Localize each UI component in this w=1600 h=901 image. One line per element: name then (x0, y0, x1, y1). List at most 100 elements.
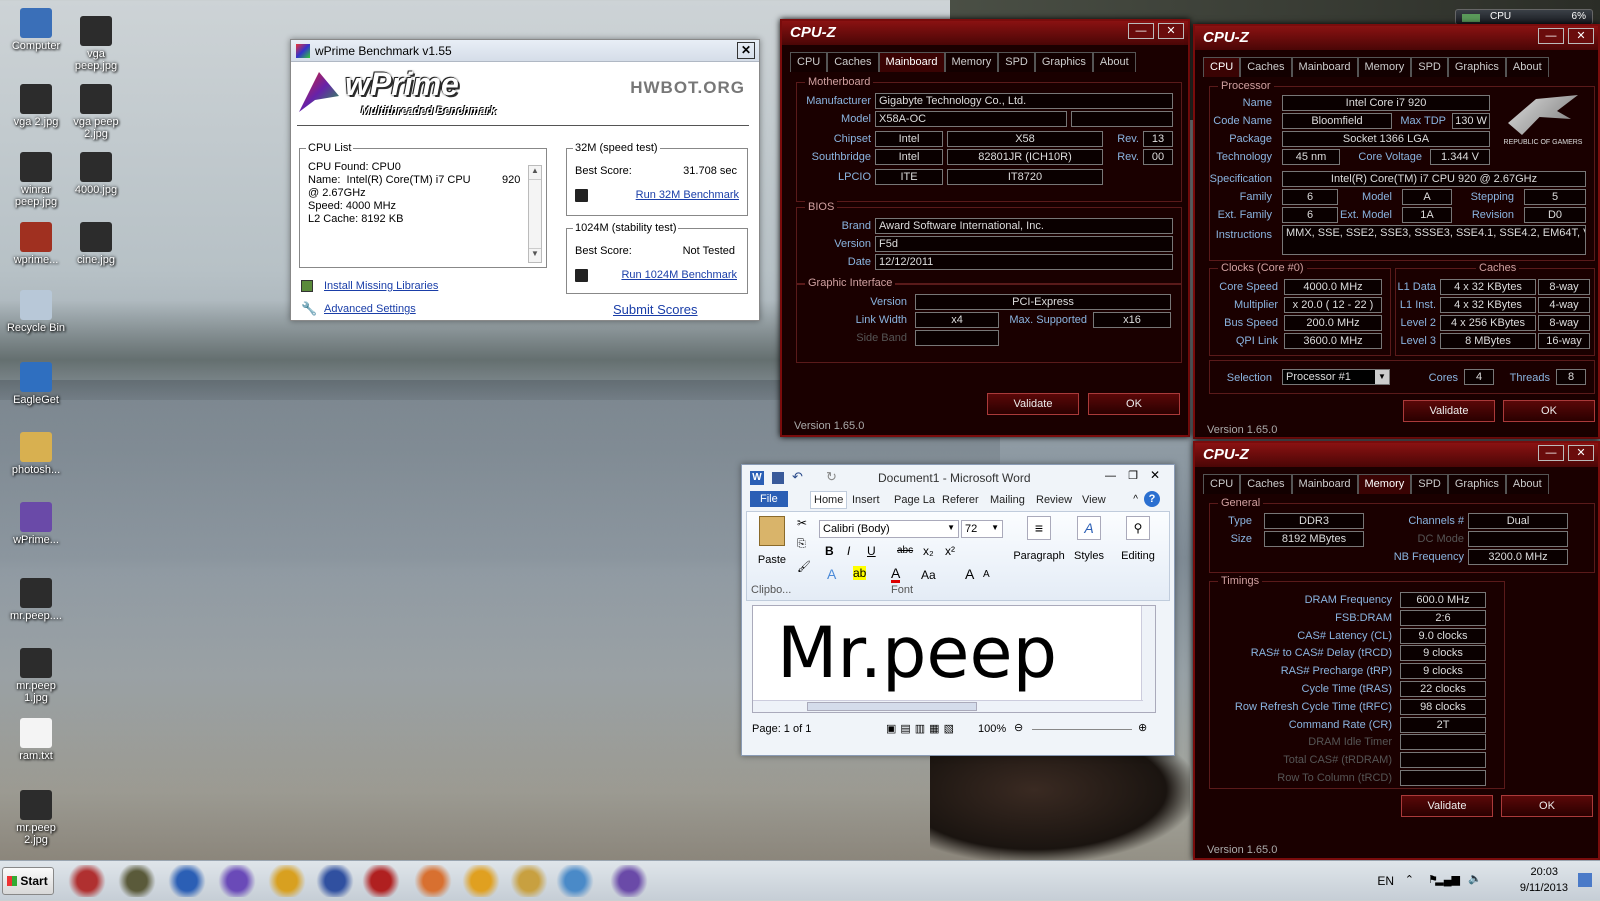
close-icon[interactable]: ✕ (1568, 445, 1594, 461)
close-icon[interactable]: ✕ (1568, 28, 1594, 44)
zoom-level[interactable]: 100% (978, 723, 1006, 735)
desktop-icon[interactable]: EagleGet (5, 362, 67, 406)
italic-icon[interactable]: I (847, 544, 850, 558)
subscript-icon[interactable]: x₂ (923, 544, 934, 558)
desktop-icon[interactable]: ram.txt (5, 718, 67, 762)
font-color-icon[interactable]: A (891, 566, 901, 583)
tab-review[interactable]: Review (1036, 494, 1072, 506)
desktop-icon[interactable]: mr.peep 1.jpg (5, 648, 67, 704)
change-case-icon[interactable]: Aa (921, 568, 936, 582)
language-indicator[interactable]: EN (1377, 874, 1394, 888)
styles-button[interactable]: A Styles (1067, 516, 1111, 562)
tab-spd[interactable]: SPD (998, 52, 1035, 72)
font-size-select[interactable]: 72 ▼ (961, 520, 1003, 538)
run-32m-button[interactable]: Run 32M Benchmark (636, 189, 739, 201)
wprime-titlebar[interactable]: wPrime Benchmark v1.55 (291, 40, 759, 62)
tab-mainboard[interactable]: Mainboard (1291, 474, 1358, 494)
tab-caches[interactable]: Caches (1240, 474, 1292, 494)
page-count[interactable]: Page: 1 of 1 (752, 723, 811, 735)
clock-date[interactable]: 9/11/2013 (1520, 882, 1568, 894)
vertical-scrollbar[interactable] (1141, 606, 1155, 712)
desktop-icon[interactable]: Recycle Bin (5, 290, 67, 334)
app-icon[interactable] (462, 865, 500, 897)
cpu-list-scrollbar[interactable]: ▲ ▼ (528, 165, 542, 263)
tab-spd[interactable]: SPD (1411, 474, 1448, 494)
clock-time[interactable]: 20:03 (1530, 866, 1558, 878)
validate-button[interactable]: Validate (987, 393, 1079, 415)
chevron-down-icon[interactable]: ▼ (947, 523, 955, 532)
app-icon[interactable] (68, 865, 106, 897)
chevron-down-icon[interactable]: ▼ (1375, 370, 1389, 384)
close-icon[interactable]: ✕ (1158, 23, 1184, 39)
save-icon[interactable] (772, 472, 784, 484)
scroll-thumb[interactable] (807, 702, 977, 711)
cpuz-icon[interactable] (362, 865, 400, 897)
desktop-icon[interactable]: mr.peep.... (5, 578, 67, 622)
volume-icon[interactable]: 🔈 (1468, 872, 1482, 885)
paragraph-button[interactable]: ≡ Paragraph (1013, 516, 1065, 562)
ok-button[interactable]: OK (1503, 400, 1595, 422)
document-text[interactable]: Mr.peep (777, 608, 1057, 698)
minimize-icon[interactable]: — (1538, 445, 1564, 461)
close-icon[interactable]: ✕ (1150, 468, 1160, 482)
validate-button[interactable]: Validate (1401, 795, 1493, 817)
tab-about[interactable]: About (1505, 57, 1549, 77)
tab-cpu[interactable]: CPU (790, 52, 828, 72)
superscript-icon[interactable]: x² (945, 544, 955, 558)
chrome-icon[interactable] (268, 865, 306, 897)
desktop-icon[interactable]: photosh... (5, 432, 67, 476)
desktop-icon[interactable]: vga 2.jpg (5, 84, 67, 128)
cut-icon[interactable]: ✂ (797, 516, 807, 530)
bold-icon[interactable]: B (825, 544, 834, 558)
start-button[interactable]: Start (2, 867, 54, 895)
copy-icon[interactable]: ⎘ (797, 538, 806, 551)
desktop-icon[interactable]: vga peep.jpg (65, 16, 127, 72)
tab-graphics[interactable]: Graphics (1447, 474, 1506, 494)
explorer-icon[interactable] (510, 865, 548, 897)
desktop-icon[interactable]: 4000.jpg (65, 152, 127, 196)
globe-icon[interactable] (316, 865, 354, 897)
tab-memory[interactable]: Memory (1357, 57, 1412, 77)
tab-memory[interactable]: Memory (1357, 474, 1412, 494)
processor-select[interactable]: Processor #1 ▼ (1282, 369, 1390, 385)
network-icon[interactable]: ▂▄▆ (1435, 873, 1460, 886)
image-viewer-icon[interactable] (556, 865, 594, 897)
desktop-icon[interactable]: mr.peep 2.jpg (5, 790, 67, 846)
minimize-icon[interactable]: — (1128, 23, 1154, 39)
undo-icon[interactable]: ↶ (792, 469, 803, 485)
tab-mainboard[interactable]: Mainboard (1291, 57, 1358, 77)
editing-button[interactable]: ⚲ Editing (1113, 516, 1163, 562)
zoom-slider[interactable] (1032, 729, 1132, 730)
tab-graphics[interactable]: Graphics (1034, 52, 1093, 72)
tab-caches[interactable]: Caches (827, 52, 879, 72)
minimize-icon[interactable]: — (1105, 470, 1116, 482)
tab-spd[interactable]: SPD (1411, 57, 1448, 77)
font-name-select[interactable]: Calibri (Body) ▼ (819, 520, 959, 538)
tab-home[interactable]: Home (810, 491, 848, 509)
tab-memory[interactable]: Memory (944, 52, 999, 72)
word-icon[interactable]: W (750, 471, 764, 485)
word-icon[interactable] (168, 865, 206, 897)
tab-cpu[interactable]: CPU (1203, 57, 1241, 77)
tab-mailing[interactable]: Mailing (990, 494, 1025, 506)
zoom-out-icon[interactable]: ⊖ (1014, 721, 1023, 734)
desktop-icon[interactable]: Computer (5, 8, 67, 52)
desktop-icon[interactable]: vga peep 2.jpg (65, 84, 127, 140)
desktop-icon[interactable]: wprime... (5, 222, 67, 266)
redo-icon[interactable]: ↻ (826, 469, 837, 485)
text-effects-icon[interactable]: A (827, 566, 836, 582)
horizontal-scrollbar[interactable] (753, 700, 1143, 712)
minimize-icon[interactable]: — (1538, 28, 1564, 44)
tab-graphics[interactable]: Graphics (1447, 57, 1506, 77)
show-desktop-icon[interactable] (1578, 873, 1592, 887)
scroll-down-icon[interactable]: ▼ (529, 248, 541, 262)
chevron-down-icon[interactable]: ▼ (991, 523, 999, 532)
desktop-icon[interactable]: wPrime... (5, 502, 67, 546)
ribbon-minimize-icon[interactable]: ^ (1133, 494, 1138, 505)
install-libraries-link[interactable]: Install Missing Libraries (324, 280, 438, 292)
tab-page-la[interactable]: Page La (894, 494, 935, 506)
tab-about[interactable]: About (1505, 474, 1549, 494)
ok-button[interactable]: OK (1501, 795, 1593, 817)
desktop-icon[interactable]: cine.jpg (65, 222, 127, 266)
help-icon[interactable]: ? (1144, 491, 1160, 507)
